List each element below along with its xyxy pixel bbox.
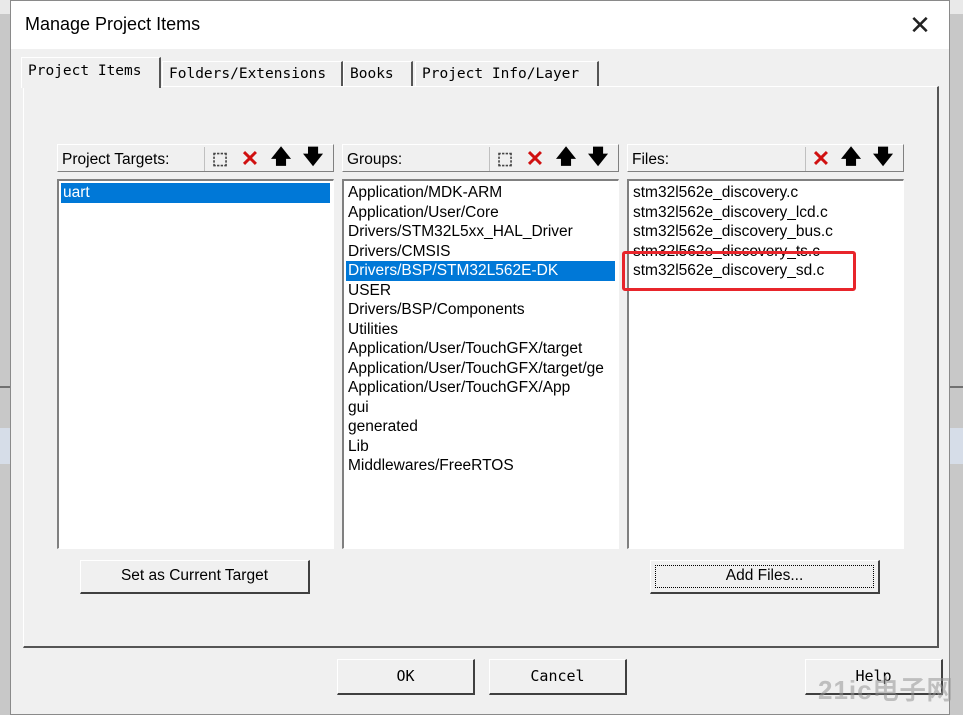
targets-header-label: Project Targets: <box>62 151 170 168</box>
group-item[interactable]: generated <box>346 417 615 437</box>
group-item[interactable]: Application/User/Core <box>346 203 615 223</box>
delete-icon: ✕ <box>240 146 260 171</box>
group-item[interactable]: gui <box>346 398 615 418</box>
file-item[interactable]: stm32l562e_discovery.c <box>631 183 900 203</box>
delete-target-button[interactable]: ✕ <box>235 146 265 171</box>
delete-file-button[interactable]: ✕ <box>805 146 836 171</box>
group-item[interactable]: Drivers/CMSIS <box>346 242 615 262</box>
group-item[interactable]: Drivers/BSP/Components <box>346 300 615 320</box>
group-item[interactable]: Middlewares/FreeRTOS <box>346 456 615 476</box>
group-item[interactable]: Application/User/TouchGFX/target/ge <box>346 359 615 379</box>
group-item[interactable]: Drivers/STM32L5xx_HAL_Driver <box>346 222 615 242</box>
highlight-box <box>622 251 856 291</box>
project-items-panel: Project Targets: ⬚ ✕ 🡅 🡇 uart Groups: ⬚ <box>23 86 939 648</box>
move-group-down-button[interactable]: 🡇 <box>583 146 613 171</box>
target-item[interactable]: uart <box>61 183 330 203</box>
manage-project-items-dialog: Manage Project Items ✕ Project Items Fol… <box>10 0 950 715</box>
tab-books[interactable]: Books <box>343 61 413 87</box>
groups-list[interactable]: Application/MDK-ARM Application/User/Cor… <box>342 179 619 549</box>
files-list[interactable]: stm32l562e_discovery.c stm32l562e_discov… <box>627 179 904 549</box>
tab-project-info-layer[interactable]: Project Info/Layer <box>415 61 599 87</box>
watermark-text: 21ic电子网 <box>818 675 954 705</box>
targets-list[interactable]: uart <box>57 179 334 549</box>
group-item[interactable]: Lib <box>346 437 615 457</box>
dialog-title: Manage Project Items <box>25 14 201 34</box>
delete-group-button[interactable]: ✕ <box>520 146 550 171</box>
ok-button[interactable]: OK <box>337 659 475 695</box>
groups-header-label: Groups: <box>347 151 403 168</box>
cancel-button[interactable]: Cancel <box>489 659 627 695</box>
background-line-right <box>948 386 963 388</box>
arrow-down-icon: 🡇 <box>302 146 324 168</box>
group-item[interactable]: Application/User/TouchGFX/target <box>346 339 615 359</box>
delete-icon: ✕ <box>525 146 545 171</box>
arrow-down-icon: 🡇 <box>872 146 894 168</box>
group-item[interactable]: Application/MDK-ARM <box>346 183 615 203</box>
new-item-icon: ⬚ <box>496 149 514 168</box>
files-header-label: Files: <box>632 151 670 168</box>
add-files-button[interactable]: Add Files... <box>650 560 880 594</box>
move-file-down-button[interactable]: 🡇 <box>868 146 898 171</box>
group-item[interactable]: Utilities <box>346 320 615 340</box>
move-target-up-button[interactable]: 🡅 <box>266 146 296 171</box>
move-group-up-button[interactable]: 🡅 <box>551 146 581 171</box>
file-item[interactable]: stm32l562e_discovery_bus.c <box>631 222 900 242</box>
new-group-button[interactable]: ⬚ <box>489 147 520 171</box>
close-icon: ✕ <box>909 9 931 40</box>
arrow-up-icon: 🡅 <box>840 146 862 168</box>
new-target-button[interactable]: ⬚ <box>204 147 235 171</box>
move-target-down-button[interactable]: 🡇 <box>298 146 328 171</box>
groups-header: Groups: ⬚ ✕ 🡅 🡇 <box>342 144 619 172</box>
group-item[interactable]: Application/User/TouchGFX/App <box>346 378 615 398</box>
tab-project-items[interactable]: Project Items <box>21 57 161 88</box>
tab-folders-extensions[interactable]: Folders/Extensions <box>162 61 343 87</box>
file-item[interactable]: stm32l562e_discovery_lcd.c <box>631 203 900 223</box>
title-bar[interactable]: Manage Project Items ✕ <box>11 1 949 49</box>
targets-header: Project Targets: ⬚ ✕ 🡅 🡇 <box>57 144 334 172</box>
group-item[interactable]: Drivers/BSP/STM32L562E-DK <box>346 261 615 281</box>
focus-rectangle <box>655 565 874 588</box>
background-band-right <box>948 428 963 464</box>
set-as-current-target-button[interactable]: Set as Current Target <box>80 560 310 594</box>
arrow-up-icon: 🡅 <box>555 146 577 168</box>
arrow-down-icon: 🡇 <box>587 146 609 168</box>
move-file-up-button[interactable]: 🡅 <box>836 146 866 171</box>
delete-icon: ✕ <box>811 146 831 171</box>
files-header: Files: ✕ 🡅 🡇 <box>627 144 904 172</box>
close-button[interactable]: ✕ <box>897 5 943 45</box>
arrow-up-icon: 🡅 <box>270 146 292 168</box>
group-item[interactable]: USER <box>346 281 615 301</box>
new-item-icon: ⬚ <box>211 149 229 168</box>
